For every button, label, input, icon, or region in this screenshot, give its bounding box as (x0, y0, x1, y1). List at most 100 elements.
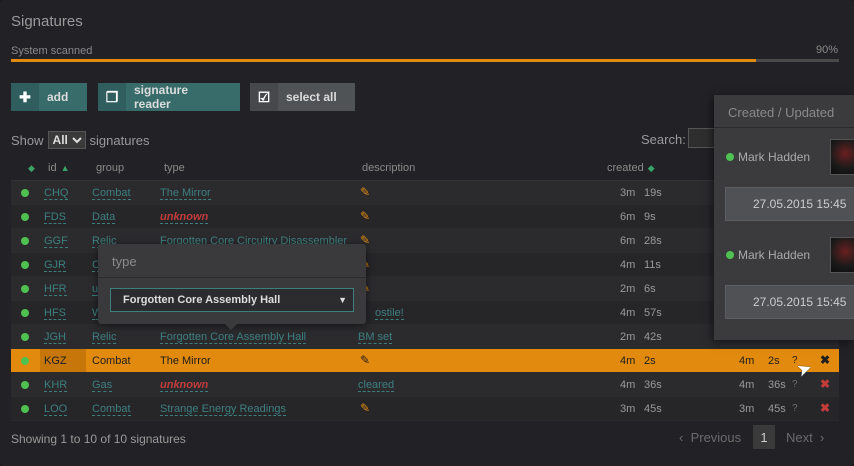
created-minutes: 6m (620, 211, 636, 223)
created-minutes: 2m (620, 331, 636, 343)
signature-type[interactable]: The Mirror (160, 355, 211, 368)
show-suffix: signatures (89, 132, 150, 148)
created-seconds: 2s (644, 355, 656, 367)
col-id-label: id (48, 162, 57, 174)
col-id-header[interactable]: id ▲ (48, 162, 69, 174)
status-dot-icon (21, 189, 29, 197)
avatar (830, 139, 854, 175)
signature-id[interactable]: JGH (44, 331, 66, 344)
status-dot-icon (21, 237, 29, 245)
signatures-panel: Signatures System scanned 90% ✚ add ❐ si… (0, 0, 854, 466)
signature-type[interactable]: The Mirror (160, 187, 211, 200)
created-date: 27.05.2015 15:45 (725, 187, 854, 221)
created-seconds: 57s (644, 307, 662, 319)
updated-seconds: 45s (768, 403, 786, 415)
signature-description[interactable]: cleared (358, 379, 395, 392)
col-type-header[interactable]: type (164, 162, 185, 174)
search-label: Search: (641, 132, 686, 147)
table-row[interactable]: LOO Combat Strange Energy Readings ✎ 3m 45s 3m… (11, 397, 839, 421)
created-user-name: Mark Hadden (738, 150, 811, 164)
updated-minutes: 4m (739, 379, 755, 391)
created-updated-popover: Created / Updated Mark Hadden 27.05.2015… (714, 95, 854, 340)
signature-description[interactable]: BM set (358, 331, 393, 344)
signature-reader-button[interactable]: ❐ signature reader (98, 83, 240, 111)
show-entries: Show All signatures (11, 131, 150, 149)
signature-description[interactable]: ostile! (375, 307, 404, 320)
status-dot-icon (21, 309, 29, 317)
signature-type[interactable]: Forgotten Core Assembly Hall (160, 331, 307, 344)
popover-arrow (225, 324, 237, 330)
pencil-icon[interactable]: ✎ (360, 353, 370, 367)
signature-id[interactable]: CHQ (44, 187, 69, 200)
pencil-icon[interactable]: ✎ (360, 401, 370, 415)
created-minutes: 3m (620, 403, 636, 415)
signature-id[interactable]: KHR (44, 379, 68, 392)
created-seconds: 42s (644, 331, 662, 343)
signature-id[interactable]: KGZ (44, 355, 67, 368)
pencil-icon[interactable]: ✎ (360, 185, 370, 199)
select-all-button[interactable]: ☑ select all (250, 83, 355, 111)
type-select-value: Forgotten Core Assembly Hall (123, 294, 281, 306)
signature-group[interactable]: Gas (92, 379, 113, 392)
type-edit-popover: type Forgotten Core Assembly Hall ▼ (98, 244, 366, 330)
created-minutes: 3m (620, 187, 636, 199)
created-seconds: 28s (644, 235, 662, 247)
add-button[interactable]: ✚ add (11, 83, 87, 111)
page-1-button[interactable]: 1 (753, 425, 775, 449)
created-by-user: Mark Hadden (726, 150, 810, 164)
signature-type[interactable]: Strange Energy Readings (160, 403, 286, 416)
signature-group[interactable]: Data (92, 211, 116, 224)
signature-group[interactable]: Combat (92, 355, 131, 368)
info-icon[interactable]: ? (792, 403, 798, 414)
status-dot-icon (21, 333, 29, 341)
signature-group[interactable]: Combat (92, 187, 131, 200)
signature-type[interactable]: unknown (160, 379, 209, 392)
col-status-header[interactable]: ◆ (24, 162, 35, 174)
scan-progress-bar (11, 59, 839, 62)
pencil-icon[interactable]: ✎ (360, 209, 370, 223)
signature-group[interactable]: Combat (92, 403, 131, 416)
scan-percent: 90% (815, 44, 838, 56)
caret-down-icon: ▼ (338, 295, 347, 305)
add-button-label: add (47, 90, 69, 104)
status-dot-icon (21, 381, 29, 389)
panel-title: Signatures (11, 13, 83, 30)
signature-id[interactable]: FDS (44, 211, 66, 224)
previous-label: Previous (690, 429, 742, 445)
status-dot-icon (21, 261, 29, 269)
show-entries-select[interactable]: All (47, 131, 86, 149)
col-description-header[interactable]: description (362, 162, 415, 174)
delete-icon[interactable]: ✖ (820, 377, 830, 391)
table-info: Showing 1 to 10 of 10 signatures (11, 432, 186, 446)
table-row[interactable]: KGZ Combat The Mirror ✎ 4m 2s 4m 2s? ✖ (11, 349, 839, 373)
signature-id[interactable]: GGF (44, 235, 68, 248)
created-minutes: 4m (620, 355, 636, 367)
signature-id[interactable]: LOO (44, 403, 68, 416)
updated-by-user: Mark Hadden (726, 248, 810, 262)
online-status-icon (726, 153, 734, 161)
scan-progress-fill (11, 59, 757, 62)
signature-id[interactable]: GJR (44, 259, 66, 272)
updated-user-name: Mark Hadden (738, 248, 811, 262)
next-page-button[interactable]: Next › (786, 425, 824, 449)
select-all-label: select all (286, 90, 337, 104)
previous-page-button[interactable]: ‹ Previous (679, 425, 741, 449)
col-description-label: description (362, 162, 416, 174)
type-select[interactable]: Forgotten Core Assembly Hall ▼ (110, 288, 354, 312)
table-row[interactable]: KHR Gas unknown cleared 4m 36s 4m 36s? ✖ (11, 373, 839, 397)
info-icon[interactable]: ? (792, 379, 798, 390)
sort-icon: ◆ (28, 163, 35, 173)
created-seconds: 36s (644, 379, 662, 391)
status-dot-icon (21, 405, 29, 413)
delete-icon[interactable]: ✖ (820, 401, 830, 415)
signature-id[interactable]: HFR (44, 283, 67, 296)
col-created-header[interactable]: created ◆ (607, 162, 655, 174)
signature-type[interactable]: unknown (160, 211, 209, 224)
signature-group[interactable]: Relic (92, 331, 117, 344)
updated-minutes: 3m (739, 403, 755, 415)
updated-date: 27.05.2015 15:45 (725, 285, 854, 319)
signature-id[interactable]: HFS (44, 307, 66, 320)
updated-seconds: 2s (768, 355, 780, 367)
delete-icon[interactable]: ✖ (820, 353, 830, 367)
col-group-header[interactable]: group (96, 162, 124, 174)
